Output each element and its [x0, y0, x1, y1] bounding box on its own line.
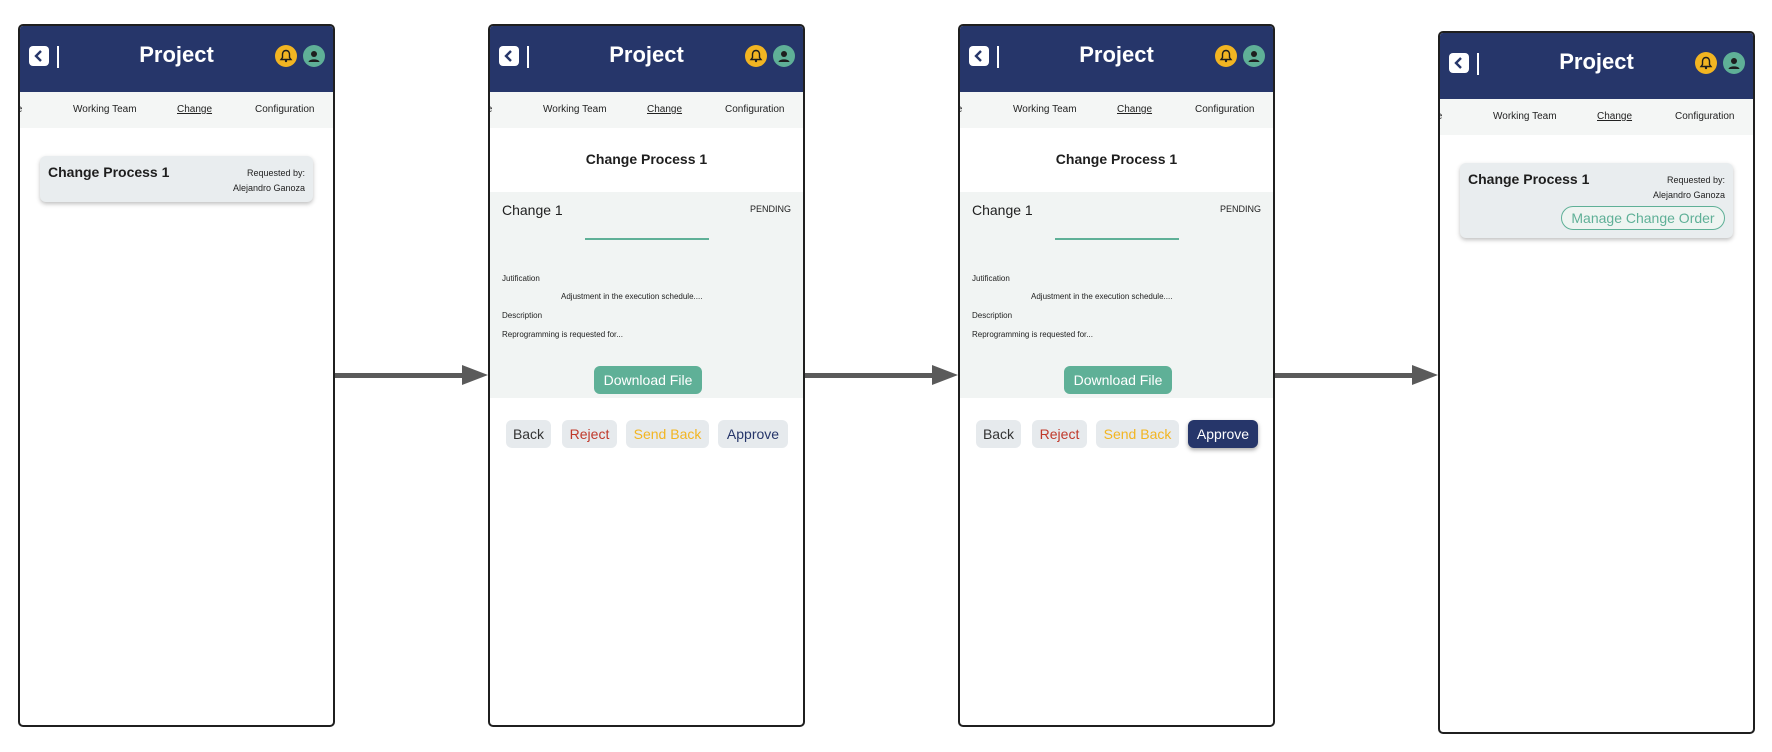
detail-title: Change Process 1	[1055, 151, 1178, 167]
card-title: Change Process 1	[48, 164, 170, 180]
user-icon	[778, 51, 790, 62]
profile-button[interactable]	[773, 45, 795, 67]
screen-change-list-approved: Project ule Working Team Change Configur…	[1438, 31, 1755, 734]
arrow-right-icon	[805, 365, 958, 385]
tab-change[interactable]: Change	[1597, 111, 1632, 122]
profile-button[interactable]	[1723, 52, 1745, 74]
requester-name: Alejandro Ganoza	[232, 183, 305, 193]
app-header: Project	[1440, 33, 1753, 99]
tab-schedule[interactable]: ule	[960, 104, 962, 115]
tab-working-team[interactable]: Working Team	[543, 104, 607, 115]
tab-working-team[interactable]: Working Team	[73, 104, 137, 115]
download-file-button[interactable]: Download File	[1064, 366, 1172, 394]
arrow-right-icon	[335, 365, 488, 385]
tab-change[interactable]: Change	[1117, 104, 1152, 115]
notifications-button[interactable]	[275, 45, 297, 67]
tab-working-team[interactable]: Working Team	[1493, 111, 1557, 122]
notifications-button[interactable]	[1695, 52, 1717, 74]
justification-text: Adjustment in the execution schedule....	[561, 292, 703, 301]
tab-bar: ule Working Team Change Configuration	[20, 92, 333, 128]
tab-schedule[interactable]: ule	[1440, 111, 1442, 122]
user-icon	[1728, 58, 1740, 69]
change-detail-panel: Change 1 PENDING Jutification Adjustment…	[490, 192, 803, 398]
description-text: Reprogramming is requested for...	[972, 330, 1093, 339]
send-back-button[interactable]: Send Back	[626, 420, 709, 448]
description-text: Reprogramming is requested for...	[502, 330, 623, 339]
app-header: Project	[490, 26, 803, 92]
tab-configuration[interactable]: Configuration	[255, 104, 314, 115]
reject-button[interactable]: Reject	[1032, 420, 1087, 448]
bell-icon	[1219, 49, 1233, 63]
justification-label: Jutification	[502, 274, 540, 283]
card-title: Change Process 1	[1468, 171, 1590, 187]
screen-change-list: Project ule Working Team Change Configur…	[18, 24, 335, 727]
justification-text: Adjustment in the execution schedule....	[1031, 292, 1173, 301]
change-name: Change 1	[972, 202, 1033, 218]
profile-button[interactable]	[303, 45, 325, 67]
arrow-right-icon	[1275, 365, 1438, 385]
notifications-button[interactable]	[1215, 45, 1237, 67]
divider	[585, 238, 709, 240]
app-header: Project	[20, 26, 333, 92]
user-icon	[308, 51, 320, 62]
bell-icon	[279, 49, 293, 63]
tab-schedule[interactable]: ule	[490, 104, 492, 115]
manage-change-order-button[interactable]: Manage Change Order	[1561, 206, 1725, 230]
notifications-button[interactable]	[745, 45, 767, 67]
back-action-button[interactable]: Back	[506, 420, 551, 448]
tab-configuration[interactable]: Configuration	[1195, 104, 1254, 115]
tab-bar: ule Working Team Change Configuration	[490, 92, 803, 128]
change-detail-panel: Change 1 PENDING Jutification Adjustment…	[960, 192, 1273, 398]
user-icon	[1248, 51, 1260, 62]
tab-change[interactable]: Change	[177, 104, 212, 115]
description-label: Description	[972, 311, 1013, 320]
justification-label: Jutification	[972, 274, 1010, 283]
status-badge: PENDING	[1219, 204, 1261, 214]
screen-change-detail: Project ule Working Team Change Configur…	[488, 24, 805, 727]
send-back-button[interactable]: Send Back	[1096, 420, 1179, 448]
tab-working-team[interactable]: Working Team	[1013, 104, 1077, 115]
profile-button[interactable]	[1243, 45, 1265, 67]
tab-bar: ule Working Team Change Configuration	[960, 92, 1273, 128]
detail-title: Change Process 1	[585, 151, 708, 167]
screen-change-approve: Project ule Working Team Change Configur…	[958, 24, 1275, 727]
back-action-button[interactable]: Back	[976, 420, 1021, 448]
approve-button[interactable]: Approve	[1188, 420, 1258, 448]
change-process-card[interactable]: Change Process 1 Requested by: Alejandro…	[40, 156, 313, 202]
divider	[1055, 238, 1179, 240]
status-badge: PENDING	[749, 204, 791, 214]
change-name: Change 1	[502, 202, 563, 218]
requester-name: Alejandro Ganoza	[1652, 190, 1725, 200]
tab-configuration[interactable]: Configuration	[725, 104, 784, 115]
change-process-card[interactable]: Change Process 1 Requested by: Alejandro…	[1460, 163, 1733, 238]
description-label: Description	[502, 311, 543, 320]
approve-button[interactable]: Approve	[718, 420, 788, 448]
tab-change[interactable]: Change	[647, 104, 682, 115]
tab-configuration[interactable]: Configuration	[1675, 111, 1734, 122]
download-file-button[interactable]: Download File	[594, 366, 702, 394]
tab-bar: ule Working Team Change Configuration	[1440, 99, 1753, 135]
bell-icon	[749, 49, 763, 63]
reject-button[interactable]: Reject	[562, 420, 617, 448]
tab-schedule[interactable]: ule	[20, 104, 22, 115]
bell-icon	[1699, 56, 1713, 70]
app-header: Project	[960, 26, 1273, 92]
